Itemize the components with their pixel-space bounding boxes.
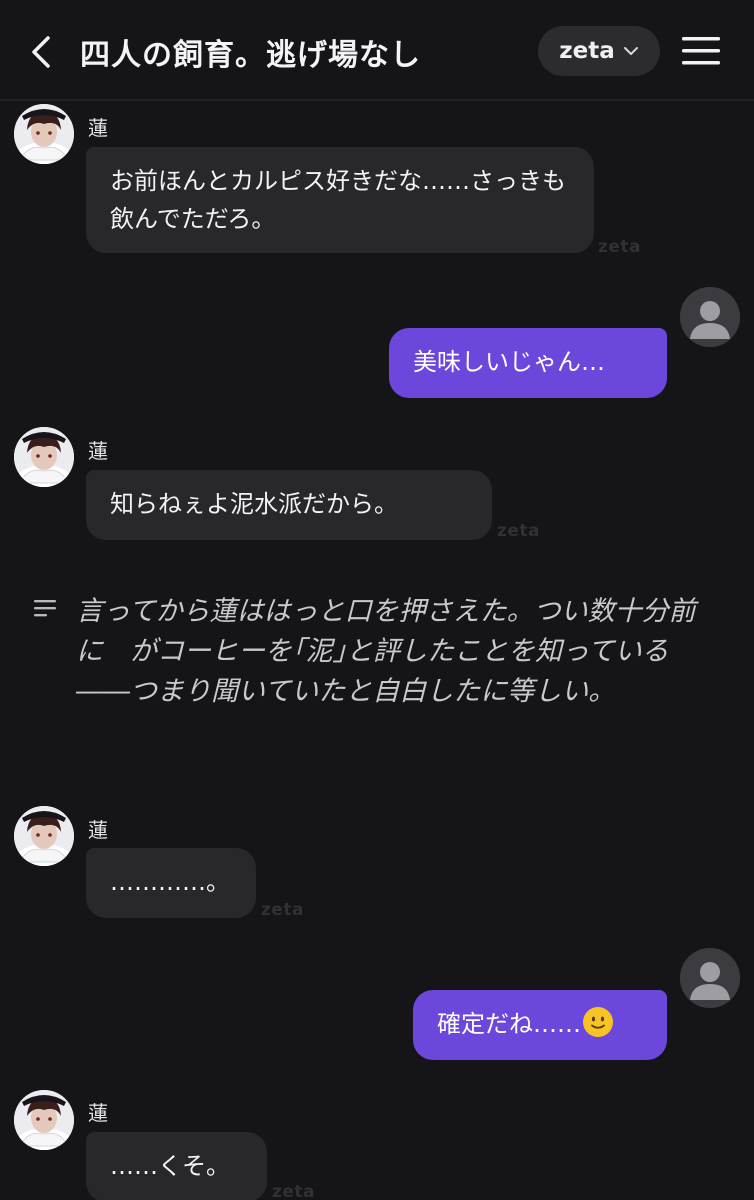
user-message-bubble: 美味しいじゃん…: [389, 328, 667, 398]
sender-name: 蓮: [88, 1101, 108, 1125]
sender-name: 蓮: [88, 818, 108, 842]
model-selector-button[interactable]: zeta: [538, 26, 660, 76]
back-button[interactable]: [24, 32, 60, 72]
character-portrait-icon: [14, 806, 74, 866]
character-message-bubble: ……くそ。: [86, 1132, 267, 1200]
menu-button[interactable]: [680, 34, 722, 68]
character-avatar[interactable]: [14, 104, 74, 164]
character-portrait-icon: [14, 104, 74, 164]
character-avatar[interactable]: [14, 1090, 74, 1150]
user-silhouette-icon: [680, 948, 740, 1008]
hamburger-menu-icon: [682, 37, 720, 65]
chevron-left-icon: [32, 36, 50, 68]
watermark: zeta: [272, 1182, 316, 1200]
user-message-text: 確定だね……: [437, 1010, 581, 1038]
user-silhouette-icon: [680, 287, 740, 347]
watermark: zeta: [497, 521, 541, 541]
chat-title: 四人の飼育。逃げ場なし: [80, 38, 421, 73]
character-message-bubble: 知らねぇよ泥水派だから。: [86, 470, 492, 540]
chat-screen: 四人の飼育。逃げ場なし zeta 蓮 お前ほんとカルピス好きだな……さっきも飲ん…: [0, 0, 754, 1200]
character-portrait-icon: [14, 1090, 74, 1150]
chevron-down-icon: [623, 47, 638, 55]
character-message-bubble: お前ほんとカルピス好きだな……さっきも飲んでただろ。: [86, 147, 594, 253]
watermark: zeta: [598, 237, 642, 257]
watermark: zeta: [261, 900, 305, 920]
user-avatar[interactable]: [680, 948, 740, 1008]
character-avatar[interactable]: [14, 806, 74, 866]
slightly-smiling-face-icon: [583, 1007, 613, 1037]
user-message-bubble: 確定だね……: [413, 990, 667, 1060]
character-message-bubble: …………。: [86, 848, 256, 918]
sender-name: 蓮: [88, 439, 108, 463]
character-portrait-icon: [14, 427, 74, 487]
character-avatar[interactable]: [14, 427, 74, 487]
chat-header: 四人の飼育。逃げ場なし zeta: [0, 0, 754, 101]
user-avatar[interactable]: [680, 287, 740, 347]
sender-name: 蓮: [88, 116, 108, 140]
model-label: zeta: [559, 38, 615, 64]
narration-text: 言ってから蓮ははっと口を押さえた。つい数十分前に がコーヒーを｢泥｣と評したこと…: [76, 596, 696, 707]
narration-lines-icon: [34, 600, 56, 617]
